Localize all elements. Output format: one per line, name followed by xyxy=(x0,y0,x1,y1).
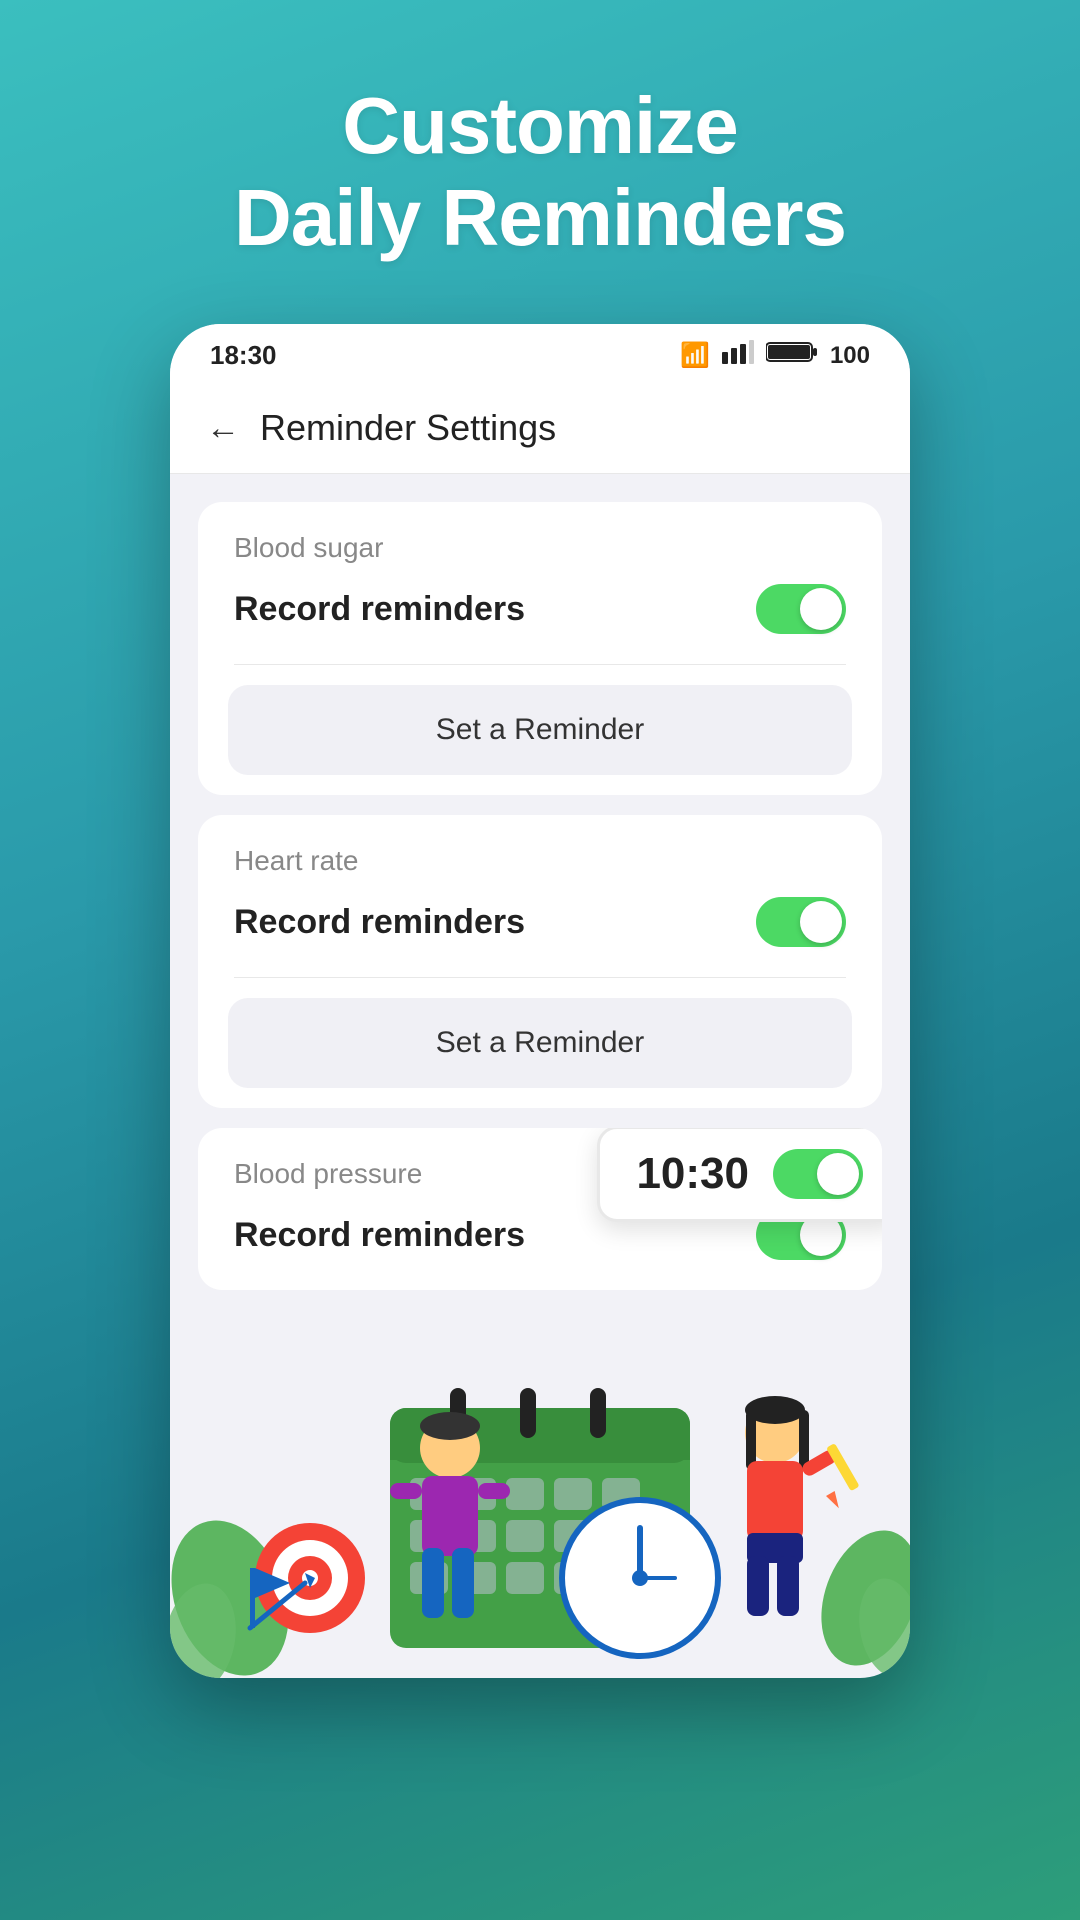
blood-pressure-reminder-label: Record reminders xyxy=(234,1216,525,1255)
signal-icon xyxy=(722,340,754,371)
status-bar: 18:30 📶 100 xyxy=(170,324,910,387)
blood-sugar-set-reminder-button[interactable]: Set a Reminder xyxy=(228,685,852,775)
blood-sugar-reminder-row: Record reminders xyxy=(234,584,846,634)
time-bubble-toggle[interactable] xyxy=(773,1149,863,1199)
battery-icon xyxy=(766,340,818,371)
blood-pressure-label: Blood pressure xyxy=(234,1158,422,1190)
heart-rate-set-reminder-button[interactable]: Set a Reminder xyxy=(228,998,852,1088)
main-title: Customize Daily Reminders xyxy=(234,80,846,264)
status-time: 18:30 xyxy=(210,340,277,371)
blood-pressure-card: Blood pressure 10:30 Record reminders xyxy=(198,1128,882,1290)
battery-percent: 100 xyxy=(830,342,870,370)
blood-sugar-reminder-label: Record reminders xyxy=(234,590,525,629)
blood-sugar-divider xyxy=(234,664,846,665)
blood-pressure-row: Blood pressure 10:30 xyxy=(198,1128,882,1190)
illustration-svg xyxy=(170,1318,910,1678)
status-icons: 📶 100 xyxy=(680,340,870,371)
back-button[interactable]: ← xyxy=(206,409,240,448)
page-title: Reminder Settings xyxy=(260,407,556,449)
heart-rate-section: Heart rate Record reminders xyxy=(198,815,882,977)
blood-sugar-section: Blood sugar Record reminders xyxy=(198,502,882,664)
time-bubble-text: 10:30 xyxy=(636,1149,749,1199)
heart-rate-divider xyxy=(234,977,846,978)
leaves-right-icon xyxy=(804,1517,910,1678)
wifi-icon: 📶 xyxy=(680,341,710,370)
illustration-area xyxy=(170,1318,910,1678)
target-icon xyxy=(250,1523,365,1633)
nav-bar: ← Reminder Settings xyxy=(170,387,910,474)
blood-sugar-label: Blood sugar xyxy=(234,532,846,564)
phone-mockup: 18:30 📶 100 ← Remi xyxy=(170,324,910,1678)
heart-rate-card: Heart rate Record reminders Set a Remind… xyxy=(198,815,882,1108)
heart-rate-reminder-row: Record reminders xyxy=(234,897,846,947)
clock-icon xyxy=(562,1500,718,1656)
time-bubble: 10:30 xyxy=(597,1128,882,1222)
heart-rate-toggle[interactable] xyxy=(756,897,846,947)
blood-sugar-toggle[interactable] xyxy=(756,584,846,634)
content-area: Blood sugar Record reminders Set a Remin… xyxy=(170,474,910,1318)
blood-sugar-card: Blood sugar Record reminders Set a Remin… xyxy=(198,502,882,795)
heart-rate-label: Heart rate xyxy=(234,845,846,877)
heart-rate-reminder-label: Record reminders xyxy=(234,903,525,942)
